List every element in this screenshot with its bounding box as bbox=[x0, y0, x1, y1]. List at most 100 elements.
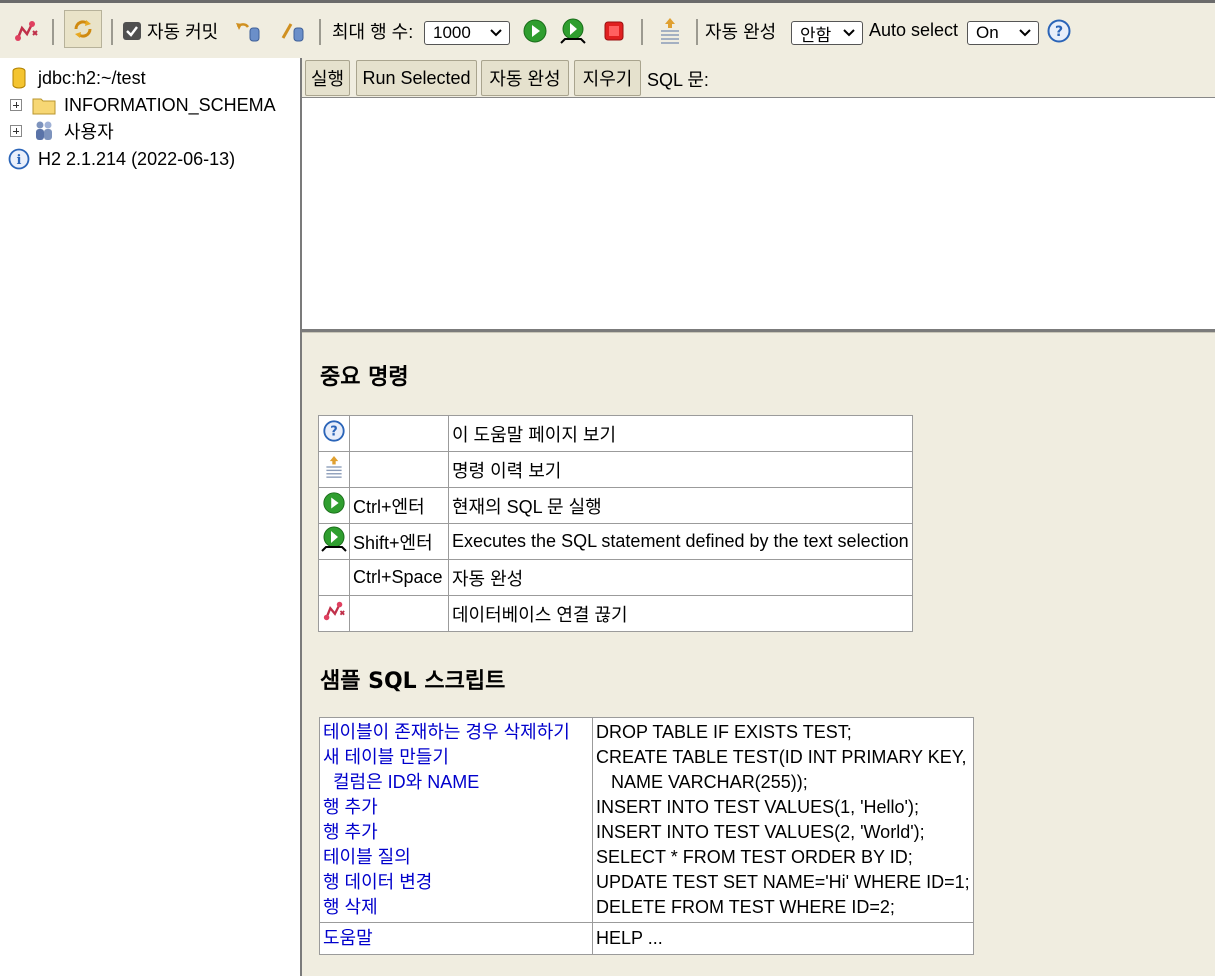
sample-sql-line: UPDATE TEST SET NAME='Hi' WHERE ID=1; bbox=[596, 872, 970, 892]
tree-item-information-schema[interactable]: INFORMATION_SCHEMA bbox=[10, 92, 276, 118]
svg-text:?: ? bbox=[1055, 24, 1063, 40]
chevron-down-icon bbox=[843, 29, 855, 37]
users-icon bbox=[36, 121, 52, 140]
run-selected-icon bbox=[321, 526, 347, 552]
sample-link[interactable]: 테이블 질의 bbox=[323, 845, 589, 870]
sample-sql-line: DELETE FROM TEST WHERE ID=2; bbox=[596, 897, 895, 917]
command-desc: 명령 이력 보기 bbox=[448, 451, 913, 488]
sample-link[interactable]: 행 데이터 변경 bbox=[323, 870, 589, 895]
max-rows-group: 최대 행 수: bbox=[332, 3, 413, 58]
expand-icon[interactable] bbox=[10, 125, 22, 137]
command-desc: Executes the SQL statement defined by th… bbox=[448, 523, 913, 560]
toolbar-separator bbox=[696, 19, 698, 45]
max-rows-value: 1000 bbox=[433, 23, 471, 42]
table-row: 테이블이 존재하는 경우 삭제하기 새 테이블 만들기 컬럼은 ID와 NAME… bbox=[319, 717, 974, 923]
sample-link[interactable]: 행 추가 bbox=[323, 820, 589, 845]
table-row: Shift+엔터 Executes the SQL statement defi… bbox=[318, 523, 913, 560]
toolbar-separator bbox=[52, 19, 54, 45]
svg-text:?: ? bbox=[330, 425, 338, 440]
help-icon[interactable]: ? bbox=[1045, 17, 1073, 45]
commands-table: ? 이 도움말 페이지 보기 명령 이력 보기 Ctrl+엔터 현재의 SQL … bbox=[318, 415, 913, 632]
execute-button[interactable]: 실행 bbox=[305, 60, 350, 96]
sample-sql-line: INSERT INTO TEST VALUES(2, 'World'); bbox=[596, 822, 925, 842]
command-key bbox=[349, 451, 449, 488]
chevron-down-icon bbox=[490, 29, 502, 37]
tree-version: i H2 2.1.214 (2022-06-13) bbox=[8, 146, 235, 172]
run-selected-icon[interactable] bbox=[559, 17, 587, 45]
autocomplete-select[interactable]: 안함 bbox=[791, 21, 863, 45]
command-desc: 자동 완성 bbox=[448, 559, 913, 596]
autocomplete-value: 안함 bbox=[800, 25, 832, 45]
sample-sql-table: 테이블이 존재하는 경우 삭제하기 새 테이블 만들기 컬럼은 ID와 NAME… bbox=[319, 717, 974, 955]
tree-item-label: INFORMATION_SCHEMA bbox=[64, 94, 276, 115]
command-key: Ctrl+엔터 bbox=[349, 487, 449, 524]
max-rows-select[interactable]: 1000 bbox=[424, 21, 510, 45]
command-key bbox=[349, 415, 449, 452]
toolbar-separator bbox=[319, 19, 321, 45]
autoselect-group: Auto select bbox=[869, 3, 958, 58]
command-desc: 이 도움말 페이지 보기 bbox=[448, 415, 913, 452]
refresh-button[interactable] bbox=[64, 10, 102, 48]
autocommit-checkbox[interactable] bbox=[123, 21, 141, 40]
tree-connection-label: jdbc:h2:~/test bbox=[38, 67, 146, 88]
tree-item-users[interactable]: 사용자 bbox=[10, 118, 114, 144]
important-commands-title: 중요 명령 bbox=[320, 365, 409, 390]
history-icon bbox=[326, 456, 342, 478]
version-label: H2 2.1.214 (2022-06-13) bbox=[38, 148, 236, 169]
run-icon bbox=[323, 492, 345, 514]
refresh-icon bbox=[74, 20, 92, 38]
max-rows-label: 최대 행 수: bbox=[332, 21, 414, 42]
history-icon[interactable] bbox=[656, 17, 684, 45]
sample-link[interactable]: 행 추가 bbox=[323, 795, 589, 820]
sql-statement-label: SQL 문: bbox=[647, 70, 709, 90]
autocommit-label: 자동 커밋 bbox=[147, 21, 219, 42]
sample-sql-line: DROP TABLE IF EXISTS TEST; bbox=[596, 722, 852, 742]
autoselect-select[interactable]: On bbox=[967, 21, 1039, 45]
tree-connection[interactable]: jdbc:h2:~/test bbox=[10, 65, 146, 91]
disconnect-icon bbox=[323, 601, 345, 621]
svg-text:i: i bbox=[17, 153, 22, 168]
sample-sql-line: INSERT INTO TEST VALUES(1, 'Hello'); bbox=[596, 797, 919, 817]
sample-sql-title: 샘플 SQL 스크립트 bbox=[320, 669, 506, 694]
autoselect-value: On bbox=[976, 23, 999, 42]
rollback-icon[interactable] bbox=[234, 17, 262, 45]
table-row: 데이터베이스 연결 끊기 bbox=[318, 595, 913, 632]
expand-icon[interactable] bbox=[10, 99, 22, 111]
sample-link[interactable]: 새 테이블 만들기 bbox=[323, 745, 589, 770]
autoselect-label: Auto select bbox=[869, 20, 959, 40]
autocomplete-button[interactable]: 자동 완성 bbox=[481, 60, 569, 96]
run-selected-button[interactable]: Run Selected bbox=[356, 60, 477, 96]
disconnect-icon[interactable] bbox=[12, 17, 40, 45]
sample-link[interactable]: 행 삭제 bbox=[323, 895, 589, 920]
run-icon[interactable] bbox=[521, 17, 549, 45]
command-key: Shift+엔터 bbox=[349, 523, 449, 560]
sample-link[interactable]: 테이블이 존재하는 경우 삭제하기 bbox=[323, 720, 589, 745]
object-tree: jdbc:h2:~/test INFORMATION_SCHEMA 사용자 i … bbox=[0, 58, 300, 976]
command-key: Ctrl+Space bbox=[349, 559, 449, 596]
autocommit-toggle[interactable]: 자동 커밋 bbox=[123, 3, 218, 58]
command-desc: 데이터베이스 연결 끊기 bbox=[448, 595, 913, 632]
command-key bbox=[349, 595, 449, 632]
folder-icon bbox=[32, 98, 56, 115]
clear-button[interactable]: 지우기 bbox=[574, 60, 641, 96]
query-toolbar: 실행 Run Selected 자동 완성 지우기 SQL 문: bbox=[302, 58, 1215, 98]
sample-sql-line: CREATE TABLE TEST(ID INT PRIMARY KEY, bbox=[596, 747, 967, 767]
table-row: 명령 이력 보기 bbox=[318, 451, 913, 488]
stop-icon[interactable] bbox=[600, 17, 628, 45]
sample-link[interactable]: 컬럼은 ID와 NAME bbox=[323, 770, 589, 795]
database-icon bbox=[12, 67, 26, 89]
sample-sql-line: NAME VARCHAR(255)); bbox=[596, 772, 808, 792]
table-row: Ctrl+엔터 현재의 SQL 문 실행 bbox=[318, 487, 913, 524]
help-panel: 중요 명령 ? 이 도움말 페이지 보기 명령 이력 보기 Ctrl+엔터 현재… bbox=[302, 333, 1215, 976]
help-link[interactable]: 도움말 bbox=[323, 928, 373, 948]
autocomplete-label: 자동 완성 bbox=[705, 21, 777, 42]
commit-icon[interactable] bbox=[279, 17, 307, 45]
sample-sql-line: SELECT * FROM TEST ORDER BY ID; bbox=[596, 847, 913, 867]
autocomplete-group: 자동 완성 bbox=[705, 3, 776, 58]
toolbar-separator bbox=[641, 19, 643, 45]
table-row: Ctrl+Space 자동 완성 bbox=[318, 559, 913, 596]
help-command: HELP ... bbox=[592, 922, 974, 955]
toolbar-separator bbox=[111, 19, 113, 45]
table-row: 도움말 HELP ... bbox=[319, 922, 974, 955]
sql-input[interactable] bbox=[302, 97, 1215, 329]
